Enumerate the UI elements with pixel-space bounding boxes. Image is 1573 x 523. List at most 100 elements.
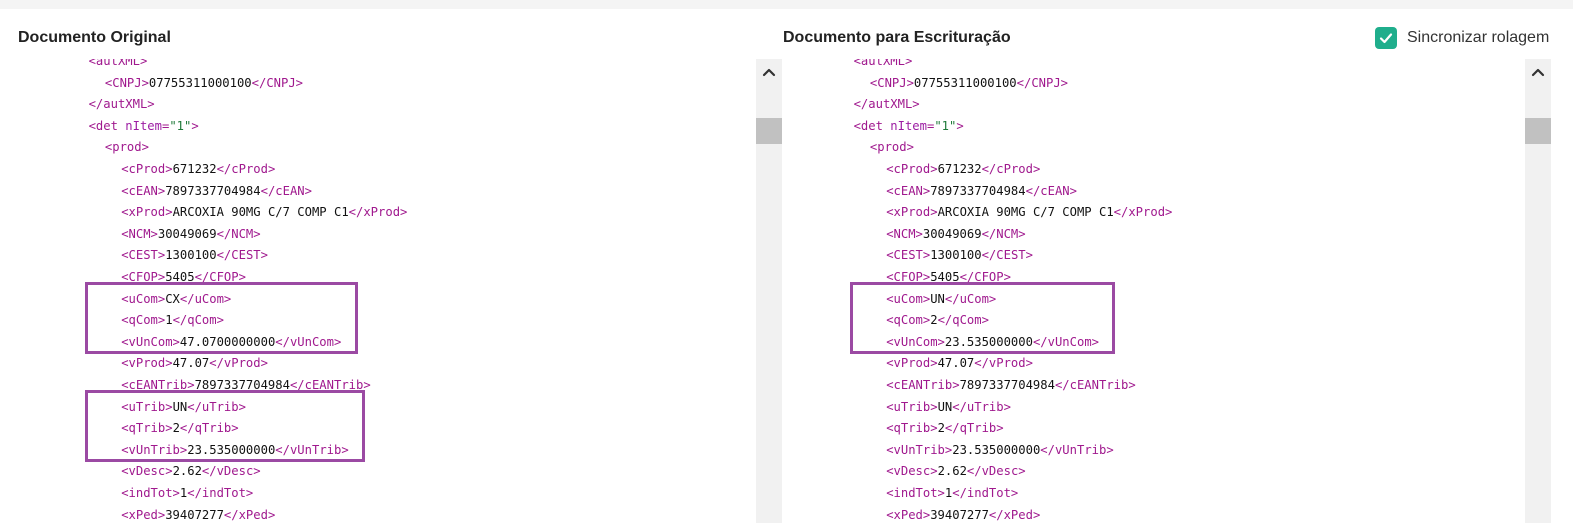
xml-line: <cProd>671232</cProd> <box>886 159 1040 180</box>
chevron-up-icon <box>1531 68 1545 77</box>
xml-close-tag: </xProd> <box>1113 205 1173 220</box>
xml-attribute-name: nItem <box>890 118 927 133</box>
xml-open-tag: <vDesc> <box>121 464 173 479</box>
xml-line: <vProd>47.07</vProd> <box>121 353 268 374</box>
xml-value: 30049069 <box>922 226 982 241</box>
xml-value: 07755311000100 <box>913 75 1017 90</box>
checkmark-icon <box>1379 33 1393 44</box>
xml-line: <CNPJ>07755311000100</CNPJ> <box>870 73 1068 94</box>
xml-open-tag: <det <box>853 118 883 133</box>
xml-value: 7897337704984 <box>165 183 261 198</box>
xml-value: 671232 <box>937 162 982 176</box>
xml-value: 1300100 <box>930 248 982 263</box>
xml-open-tag: <NCM> <box>121 226 158 241</box>
xml-line: <vUnTrib>23.535000000</vUnTrib> <box>886 440 1113 461</box>
sync-scroll-label: Sincronizar rolagem <box>1407 29 1550 46</box>
xml-open-tag: <vDesc> <box>886 464 938 479</box>
bookkeeping-xml-viewer[interactable]: <autXML> <CNPJ>07755311000100</CNPJ> </aut… <box>783 59 1523 523</box>
xml-open-tag: <uTrib> <box>886 399 938 414</box>
xml-line: <prod> <box>105 137 149 158</box>
xml-attribute-name: nItem <box>125 118 162 133</box>
xml-close-tag: </uTrib> <box>952 399 1011 414</box>
xml-open-tag: <xProd> <box>886 205 938 220</box>
xml-line: <autXML> <box>854 59 913 72</box>
xml-line: <vProd>47.07</vProd> <box>886 353 1033 374</box>
original-scroll-thumb[interactable] <box>756 118 782 144</box>
xml-open-tag: <indTot> <box>121 486 180 500</box>
xml-value: 47.07 <box>937 356 975 371</box>
xml-close-tag: </CEST> <box>981 248 1033 263</box>
xml-open-tag: <xPed> <box>121 507 166 522</box>
xml-tag: <autXML> <box>88 59 148 68</box>
xml-close-tag: </vProd> <box>974 356 1033 371</box>
xml-value: ARCOXIA 90MG C/7 COMP C1 <box>172 205 349 220</box>
xml-tag-end: > <box>141 140 149 155</box>
xml-line: <det nItem="1"> <box>89 116 199 137</box>
xml-line: <CNPJ>07755311000100</CNPJ> <box>105 73 303 94</box>
xml-value: 2.62 <box>172 464 202 479</box>
xml-line: <xPed>39407277</xPed> <box>121 505 275 523</box>
xml-close-tag: </NCM> <box>981 226 1026 241</box>
xml-open-tag: <det <box>88 118 118 133</box>
xml-open-tag: <CNPJ> <box>869 75 914 90</box>
xml-close-tag: </CEST> <box>216 248 268 263</box>
xml-value: 7897337704984 <box>959 378 1055 392</box>
xml-close-tag: </CNPJ> <box>251 75 304 90</box>
xml-value: 2.62 <box>937 464 967 479</box>
xml-open-tag: <vUnTrib> <box>886 442 953 457</box>
xml-value: UN <box>937 399 953 414</box>
highlight-box <box>850 281 1116 355</box>
sync-scroll-checkbox[interactable] <box>1375 27 1397 49</box>
xml-tag-end: > <box>191 118 199 133</box>
xml-line: <indTot>1</indTot> <box>886 483 1018 504</box>
xml-open-tag: <CNPJ> <box>104 75 149 90</box>
xml-line: <det nItem="1"> <box>854 116 964 137</box>
xml-line: <xProd>ARCOXIA 90MG C/7 COMP C1</xProd> <box>886 202 1172 223</box>
xml-close-tag: </xPed> <box>223 507 276 522</box>
original-scrollbar[interactable] <box>756 59 782 523</box>
xml-line: <xPed>39407277</xPed> <box>886 505 1040 523</box>
bookkeeping-scroll-up-button[interactable] <box>1525 59 1551 85</box>
xml-value: 39407277 <box>930 507 989 522</box>
xml-open-tag: <cEAN> <box>121 183 166 198</box>
xml-line: <NCM>30049069</NCM> <box>121 224 260 245</box>
original-scroll-up-button[interactable] <box>756 59 782 85</box>
xml-tag-end: > <box>906 140 914 155</box>
xml-close-tag: </autXML> <box>88 97 155 112</box>
xml-value: 07755311000100 <box>148 75 252 90</box>
bookkeeping-scroll-thumb[interactable] <box>1525 118 1551 144</box>
xml-line: <CEST>1300100</CEST> <box>121 245 268 266</box>
xml-close-tag: </indTot> <box>952 486 1019 500</box>
xml-close-tag: </cEAN> <box>1025 183 1077 198</box>
xml-close-tag: </vUnTrib> <box>1040 442 1114 457</box>
xml-close-tag: </cProd> <box>981 162 1041 176</box>
xml-open-tag: <vProd> <box>886 356 938 371</box>
highlight-box <box>85 389 365 463</box>
xml-value: 47.07 <box>172 356 210 371</box>
xml-line: </autXML> <box>854 94 920 115</box>
bookkeeping-document-title: Documento para Escrituração <box>783 29 1011 46</box>
xml-value: 1300100 <box>165 248 217 263</box>
xml-tag: <autXML> <box>853 59 913 68</box>
xml-open-tag: <vProd> <box>121 356 173 371</box>
xml-open-tag: <cProd> <box>121 162 173 176</box>
xml-value: ARCOXIA 90MG C/7 COMP C1 <box>937 205 1114 220</box>
bookkeeping-scrollbar[interactable] <box>1525 59 1551 523</box>
original-xml-viewer[interactable]: <autXML> <CNPJ>07755311000100</CNPJ> </aut… <box>18 59 754 523</box>
xml-line: </autXML> <box>89 94 155 115</box>
xml-close-tag: </vDesc> <box>966 464 1026 479</box>
xml-close-tag: </cProd> <box>216 162 276 176</box>
xml-close-tag: </xPed> <box>988 507 1041 522</box>
xml-tag-end: > <box>956 118 964 133</box>
xml-line: <xProd>ARCOXIA 90MG C/7 COMP C1</xProd> <box>121 202 407 223</box>
xml-close-tag: </cEAN> <box>260 183 312 198</box>
xml-close-tag: </cEANTrib> <box>1054 378 1136 392</box>
xml-open-tag: <prod <box>104 140 142 155</box>
xml-line: <CEST>1300100</CEST> <box>886 245 1033 266</box>
xml-line: <prod> <box>870 137 914 158</box>
xml-close-tag: </qTrib> <box>944 421 1004 436</box>
sync-scroll-toggle[interactable]: Sincronizar rolagem <box>1375 27 1549 49</box>
xml-attribute-value: "1" <box>934 118 957 133</box>
xml-close-tag: </xProd> <box>348 205 408 220</box>
xml-close-tag: </NCM> <box>216 226 261 241</box>
